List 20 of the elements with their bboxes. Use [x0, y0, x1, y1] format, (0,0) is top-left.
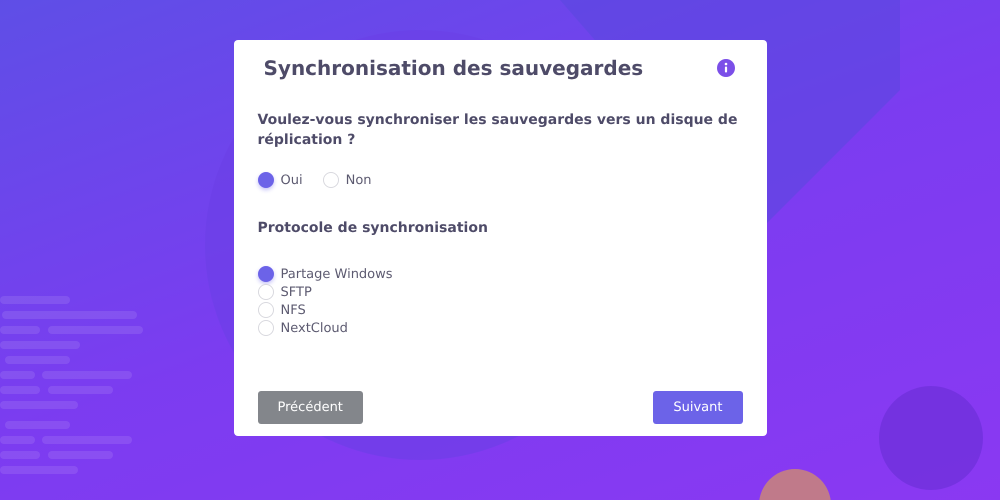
- option-label: Oui: [280, 172, 303, 188]
- radio-button[interactable]: [258, 266, 274, 282]
- question-label: Voulez-vous synchroniser les sauvegardes vers un disque de réplication ?: [258, 111, 738, 150]
- option-label: Non: [346, 172, 372, 188]
- radio-button[interactable]: [258, 172, 274, 188]
- info-icon[interactable]: [716, 59, 734, 77]
- option-label: Partage Windows: [280, 266, 393, 282]
- option-label: NextCloud: [280, 320, 348, 336]
- section-label: Protocole de synchronisation: [258, 219, 489, 238]
- radio-option[interactable]: SFTP: [258, 284, 742, 300]
- radio-option[interactable]: NFS: [258, 302, 742, 318]
- radio-option[interactable]: Oui: [258, 172, 303, 188]
- option-label: NFS: [280, 302, 306, 318]
- radio-option[interactable]: Non: [322, 172, 372, 188]
- next-button[interactable]: Suivant: [653, 391, 742, 424]
- radio-option[interactable]: NextCloud: [258, 320, 742, 336]
- previous-button[interactable]: Précédent: [258, 391, 363, 424]
- radio-option[interactable]: Partage Windows: [258, 266, 742, 282]
- option-label: SFTP: [280, 284, 312, 300]
- dialog-title: Synchronisation des sauvegardes: [264, 56, 644, 80]
